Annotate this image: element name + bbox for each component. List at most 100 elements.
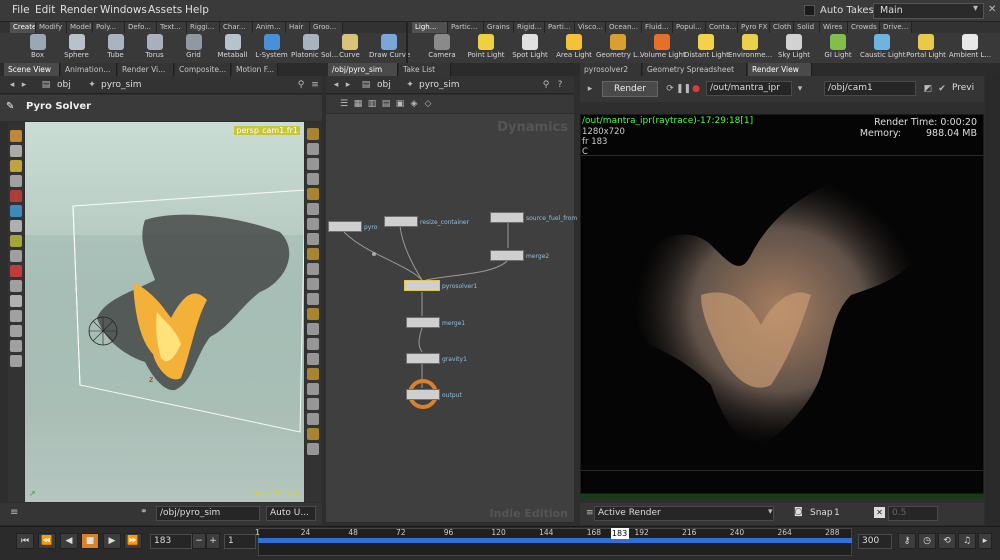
- shelf-tab-defo[interactable]: Defo...: [125, 22, 157, 33]
- display-option-icon[interactable]: [307, 443, 319, 455]
- tab-render-view[interactable]: Render View: [748, 63, 812, 76]
- shape-palette-icon[interactable]: ◇: [422, 98, 434, 110]
- display-option-icon[interactable]: [307, 203, 319, 215]
- display-option-icon[interactable]: [307, 188, 319, 200]
- tool-ambient-light[interactable]: Ambient L...: [948, 33, 992, 63]
- settings-icon[interactable]: [10, 355, 22, 367]
- shelf-tab-ligh[interactable]: Ligh...: [412, 22, 448, 33]
- start-frame-field[interactable]: 1: [224, 534, 256, 549]
- display-option-icon[interactable]: [307, 158, 319, 170]
- shelf-tab-pyro-fx[interactable]: Pyro FX: [738, 22, 770, 33]
- shelf-tab-groo[interactable]: Groo...: [310, 22, 343, 33]
- tab-composite[interactable]: Composite...: [175, 63, 231, 76]
- display-option-icon[interactable]: [307, 383, 319, 395]
- stop-icon[interactable]: ●: [690, 83, 702, 95]
- tab-motion-f[interactable]: Motion F...: [232, 63, 278, 76]
- display-option-icon[interactable]: [307, 413, 319, 425]
- display-option-icon[interactable]: [307, 128, 319, 140]
- shelf-tab-text[interactable]: Text...: [157, 22, 187, 33]
- timeline-options-icon[interactable]: ▸: [978, 533, 992, 549]
- display-option-icon[interactable]: [307, 353, 319, 365]
- tab-animation[interactable]: Animation...: [61, 63, 117, 76]
- menu-edit[interactable]: Edit: [35, 4, 55, 16]
- shelf-tab-popul[interactable]: Popul...: [673, 22, 706, 33]
- preview-check-icon[interactable]: ✔: [936, 83, 948, 95]
- node-merge2[interactable]: merge2: [490, 250, 549, 261]
- render-menu-icon[interactable]: ▸: [584, 83, 596, 95]
- brush-icon[interactable]: [10, 325, 22, 337]
- step-back-button[interactable]: ⏪: [38, 533, 56, 549]
- refresh-icon[interactable]: ⟳: [664, 83, 676, 95]
- shelf-tab-rigid[interactable]: Rigid...: [514, 22, 545, 33]
- tool-lsystem[interactable]: L-System: [252, 33, 291, 63]
- shelf-tab-fluid[interactable]: Fluid...: [642, 22, 673, 33]
- tool-camera[interactable]: Camera: [420, 33, 464, 63]
- display-option-icon[interactable]: [307, 398, 319, 410]
- keys-icon[interactable]: ⚷: [898, 533, 916, 549]
- gamma-field[interactable]: 0.5: [888, 506, 938, 521]
- shelf-tab-wires[interactable]: Wires: [820, 22, 848, 33]
- handle-icon[interactable]: [10, 190, 22, 202]
- jump-start-button[interactable]: ⏮: [16, 533, 34, 549]
- tool-tube[interactable]: Tube: [96, 33, 135, 63]
- rotate-icon[interactable]: [10, 160, 22, 172]
- realtime-icon[interactable]: ◷: [918, 533, 936, 549]
- path-pyro-sim[interactable]: pyro_sim: [98, 78, 142, 92]
- tool-distant-light[interactable]: Distant Light: [684, 33, 729, 63]
- frame-increment-button[interactable]: +: [206, 533, 220, 549]
- audio-icon[interactable]: ♫: [958, 533, 976, 549]
- shelf-tab-parti[interactable]: Parti...: [545, 22, 575, 33]
- desktop-select[interactable]: Main: [873, 3, 984, 19]
- shelf-tab-create[interactable]: Create: [10, 22, 36, 33]
- layout-icon[interactable]: ▥: [366, 98, 378, 110]
- color-palette-icon[interactable]: ◈: [408, 98, 420, 110]
- shelf-tab-crowds[interactable]: Crowds: [848, 22, 880, 33]
- shelf-tab-ocean[interactable]: Ocean...: [606, 22, 642, 33]
- pause-icon[interactable]: ❚❚: [676, 83, 691, 95]
- tool-volume-light[interactable]: Volume Light: [640, 33, 686, 63]
- tool-metaball[interactable]: Metaball: [213, 33, 252, 63]
- tool-caustic-light[interactable]: Caustic Light: [860, 33, 906, 63]
- node-output[interactable]: output: [406, 389, 462, 400]
- tool-portal-light[interactable]: Portal Light: [904, 33, 948, 63]
- display-option-icon[interactable]: [307, 323, 319, 335]
- footer-update-mode[interactable]: Auto U...: [266, 506, 316, 521]
- pose-icon[interactable]: [10, 205, 22, 217]
- help-icon[interactable]: ?: [554, 79, 566, 91]
- forward-icon[interactable]: ▸: [342, 79, 354, 91]
- display-option-icon[interactable]: [307, 428, 319, 440]
- play-reverse-button[interactable]: ◀: [60, 533, 78, 549]
- camera-icon[interactable]: [10, 250, 22, 262]
- snap-label[interactable]: Snap: [810, 508, 833, 518]
- tool-point-light[interactable]: Point Light: [464, 33, 508, 63]
- light-icon[interactable]: [10, 235, 22, 247]
- stop-button[interactable]: ■: [81, 533, 99, 549]
- shelf-tab-partic[interactable]: Partic...: [448, 22, 484, 33]
- tab-geometry-spreadsheet[interactable]: Geometry Spreadsheet: [643, 63, 747, 76]
- tool-gi-light[interactable]: GI Light: [816, 33, 860, 63]
- display-option-icon[interactable]: [307, 218, 319, 230]
- rop-dropdown-icon[interactable]: ▾: [794, 83, 806, 95]
- back-icon[interactable]: ◂: [330, 79, 342, 91]
- select-icon[interactable]: [10, 130, 22, 142]
- playhead[interactable]: 183: [610, 528, 629, 539]
- net-path-pyro-sim[interactable]: pyro_sim: [416, 78, 460, 92]
- display-option-icon[interactable]: [307, 248, 319, 260]
- play-button[interactable]: ▶: [103, 533, 121, 549]
- rop-path-field[interactable]: /out/mantra_ipr: [706, 81, 792, 96]
- tool-spot-light[interactable]: Spot Light: [508, 33, 552, 63]
- tab-render-vi[interactable]: Render Vi...: [118, 63, 174, 76]
- menu-file[interactable]: File: [12, 4, 30, 16]
- shelf-tab-hair[interactable]: Hair: [286, 22, 310, 33]
- display-option-icon[interactable]: [307, 233, 319, 245]
- viewer-options-icon[interactable]: ≡: [309, 79, 321, 91]
- tool-area-light[interactable]: Area Light: [552, 33, 596, 63]
- camera-select-icon[interactable]: ◩: [922, 83, 934, 95]
- tool-grid[interactable]: Grid: [174, 33, 213, 63]
- shelf-tab-drive[interactable]: Drive...: [880, 22, 912, 33]
- snap-icon[interactable]: [10, 280, 22, 292]
- shelf-tab-conta[interactable]: Conta...: [706, 22, 738, 33]
- tool-box[interactable]: Box: [18, 33, 57, 63]
- shelf-tab-solid[interactable]: Solid: [794, 22, 820, 33]
- node-resize-container[interactable]: resize_container: [384, 216, 469, 227]
